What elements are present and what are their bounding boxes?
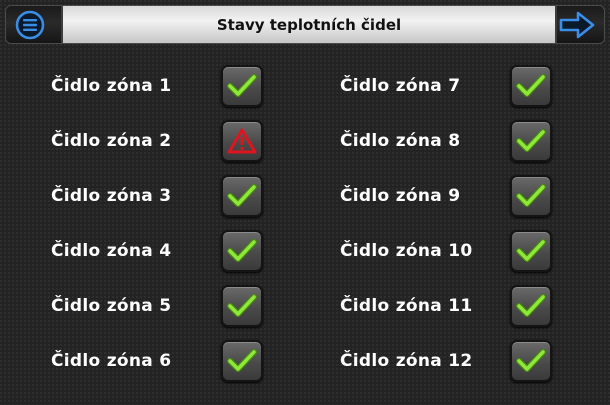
sensor-label: Čidlo zóna 1 xyxy=(51,76,172,96)
checkmark-icon xyxy=(227,183,257,209)
sensor-row: Čidlo zóna 12 xyxy=(340,339,552,383)
checkmark-icon xyxy=(227,293,257,319)
checkmark-icon xyxy=(516,293,546,319)
warning-icon xyxy=(227,127,257,155)
sensor-ok-button[interactable] xyxy=(221,340,263,382)
arrow-right-icon[interactable] xyxy=(558,10,596,40)
sensor-ok-button[interactable] xyxy=(510,175,552,217)
sensor-row: Čidlo zóna 2 xyxy=(51,119,263,163)
sensor-ok-button[interactable] xyxy=(510,120,552,162)
sensor-ok-button[interactable] xyxy=(221,230,263,272)
title-bar: Stavy teplotních čidel xyxy=(5,5,605,44)
sensor-row: Čidlo zóna 3 xyxy=(51,174,263,218)
sensor-row: Čidlo zóna 7 xyxy=(340,64,552,108)
sensor-label: Čidlo zóna 11 xyxy=(340,296,473,316)
checkmark-icon xyxy=(227,348,257,374)
sensor-ok-button[interactable] xyxy=(221,175,263,217)
sensor-label: Čidlo zóna 9 xyxy=(340,186,461,206)
checkmark-icon xyxy=(227,73,257,99)
sensor-label: Čidlo zóna 5 xyxy=(51,296,172,316)
sensor-row: Čidlo zóna 1 xyxy=(51,64,263,108)
checkmark-icon xyxy=(516,183,546,209)
sensor-label: Čidlo zóna 7 xyxy=(340,76,461,96)
checkmark-icon xyxy=(516,238,546,264)
menu-icon[interactable] xyxy=(15,10,45,40)
sensor-error-button[interactable] xyxy=(221,120,263,162)
sensor-label: Čidlo zóna 8 xyxy=(340,131,461,151)
checkmark-icon xyxy=(516,128,546,154)
sensor-label: Čidlo zóna 12 xyxy=(340,351,473,371)
sensor-ok-button[interactable] xyxy=(221,285,263,327)
sensor-label: Čidlo zóna 4 xyxy=(51,241,172,261)
sensor-label: Čidlo zóna 6 xyxy=(51,351,172,371)
sensor-ok-button[interactable] xyxy=(510,230,552,272)
sensor-row: Čidlo zóna 9 xyxy=(340,174,552,218)
page-title: Stavy teplotních čidel xyxy=(61,6,557,43)
checkmark-icon xyxy=(227,238,257,264)
checkmark-icon xyxy=(516,348,546,374)
sensor-row: Čidlo zóna 8 xyxy=(340,119,552,163)
sensor-ok-button[interactable] xyxy=(510,285,552,327)
sensor-row: Čidlo zóna 4 xyxy=(51,229,263,273)
sensor-row: Čidlo zóna 11 xyxy=(340,284,552,328)
sensor-row: Čidlo zóna 6 xyxy=(51,339,263,383)
sensor-label: Čidlo zóna 10 xyxy=(340,241,473,261)
sensor-ok-button[interactable] xyxy=(510,340,552,382)
sensor-ok-button[interactable] xyxy=(221,65,263,107)
sensor-label: Čidlo zóna 2 xyxy=(51,131,172,151)
sensor-row: Čidlo zóna 5 xyxy=(51,284,263,328)
sensor-row: Čidlo zóna 10 xyxy=(340,229,552,273)
sensor-ok-button[interactable] xyxy=(510,65,552,107)
checkmark-icon xyxy=(516,73,546,99)
sensor-label: Čidlo zóna 3 xyxy=(51,186,172,206)
